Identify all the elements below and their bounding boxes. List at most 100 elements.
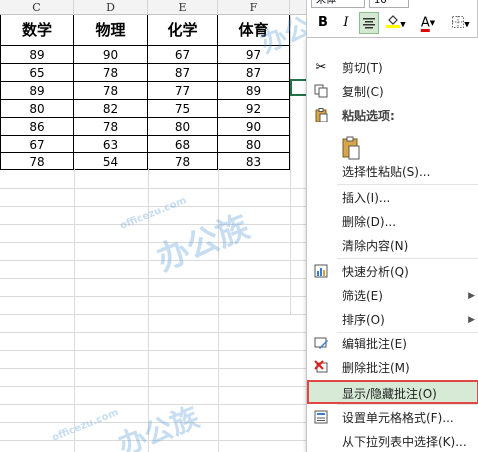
menu-item-label: 选择性粘贴(S)... xyxy=(342,165,431,179)
table-cell[interactable]: 67 xyxy=(0,136,74,153)
chevron-down-icon: ▼ xyxy=(400,20,406,29)
paste-icon xyxy=(342,136,360,160)
menu-separator xyxy=(337,184,478,185)
menu-item-sort[interactable]: 排序(O) ▶ xyxy=(307,308,478,332)
menu-item-cut[interactable]: ✂ 剪切(T) xyxy=(307,56,478,80)
chevron-down-icon: ▼ xyxy=(464,20,470,29)
table-cell[interactable]: 87 xyxy=(148,64,218,82)
header-cell-pe[interactable]: 体育 xyxy=(218,15,290,46)
table-cell[interactable]: 67 xyxy=(148,46,218,64)
header-cell-physics[interactable]: 物理 xyxy=(74,15,148,46)
table-cell[interactable]: 86 xyxy=(0,118,74,136)
format-cells-icon xyxy=(313,410,329,426)
table-cell[interactable]: 78 xyxy=(74,64,148,82)
table-cell[interactable]: 78 xyxy=(148,153,218,170)
clipboard-icon xyxy=(313,108,329,124)
align-center-button[interactable] xyxy=(359,12,379,34)
menu-item-label: 筛选(E) xyxy=(342,289,383,303)
paste-option-button[interactable] xyxy=(341,136,361,160)
menu-item-label: 剪切(T) xyxy=(342,61,383,75)
table-cell[interactable]: 78 xyxy=(74,82,148,100)
font-size-box[interactable]: 10 xyxy=(369,0,409,8)
context-menu: ✂ 剪切(T) 复制(C) 粘贴选项: 选择性粘贴(S)... 插入(I)...… xyxy=(306,38,478,452)
table-cell[interactable]: 68 xyxy=(148,136,218,153)
fill-color-button[interactable]: ▼ xyxy=(383,12,409,34)
table-cell[interactable]: 82 xyxy=(74,100,148,118)
table-cell[interactable]: 75 xyxy=(148,100,218,118)
menu-item-label: 复制(C) xyxy=(342,85,384,99)
table-cell[interactable]: 90 xyxy=(218,118,290,136)
menu-separator xyxy=(337,258,478,259)
column-header-e[interactable]: E xyxy=(148,0,218,15)
menu-item-clear-contents[interactable]: 清除内容(N) xyxy=(307,234,478,258)
table-cell[interactable]: 78 xyxy=(0,153,74,170)
table-cell[interactable]: 92 xyxy=(218,100,290,118)
delete-comment-icon xyxy=(313,360,329,376)
menu-item-label: 排序(O) xyxy=(342,313,385,327)
edit-comment-icon xyxy=(313,336,329,352)
gridline xyxy=(148,168,149,452)
align-center-icon xyxy=(363,18,375,29)
table-cell[interactable]: 54 xyxy=(74,153,148,170)
watermark-url: officezu.com xyxy=(50,407,121,444)
borders-icon xyxy=(452,16,465,28)
menu-item-label: 清除内容(N) xyxy=(342,239,409,253)
menu-item-format-cells[interactable]: 设置单元格格式(F)... xyxy=(307,406,478,430)
menu-item-insert[interactable]: 插入(I)... xyxy=(307,186,478,210)
table-cell[interactable]: 80 xyxy=(148,118,218,136)
gridline xyxy=(290,15,291,315)
menu-item-label: 删除(D)... xyxy=(342,215,397,229)
gridline xyxy=(218,168,219,452)
header-cell-chemistry[interactable]: 化学 xyxy=(148,15,218,46)
menu-item-label: 粘贴选项: xyxy=(342,109,395,123)
menu-item-label: 删除批注(M) xyxy=(342,361,410,375)
bold-button[interactable]: B xyxy=(313,12,333,34)
menu-item-pick-from-list[interactable]: 从下拉列表中选择(K)... xyxy=(307,430,478,452)
table-cell[interactable]: 63 xyxy=(74,136,148,153)
font-name-box[interactable]: 宋体 xyxy=(311,0,365,8)
paint-bucket-icon xyxy=(386,15,401,28)
table-cell[interactable]: 80 xyxy=(0,100,74,118)
table-cell[interactable]: 77 xyxy=(148,82,218,100)
chevron-down-icon: ▼ xyxy=(429,19,436,27)
copy-icon xyxy=(313,84,329,100)
table-cell[interactable]: 89 xyxy=(0,82,74,100)
menu-item-copy[interactable]: 复制(C) xyxy=(307,80,478,104)
borders-button[interactable]: ▼ xyxy=(447,12,475,34)
quick-analysis-icon xyxy=(313,264,329,280)
menu-item-delete[interactable]: 删除(D)... xyxy=(307,210,478,234)
table-cell[interactable]: 80 xyxy=(218,136,290,153)
table-cell[interactable]: 89 xyxy=(0,46,74,64)
font-size-value: 10 xyxy=(374,0,387,6)
menu-item-paste-options: 粘贴选项: xyxy=(307,104,478,128)
column-header-c[interactable]: C xyxy=(0,0,74,15)
table-cell[interactable]: 89 xyxy=(218,82,290,100)
scissors-icon: ✂ xyxy=(315,60,327,75)
table-cell[interactable]: 90 xyxy=(74,46,148,64)
font-name-value: 宋体 xyxy=(316,0,336,6)
menu-item-label: 显示/隐藏批注(O) xyxy=(342,387,437,401)
menu-item-delete-comment[interactable]: 删除批注(M) xyxy=(307,356,478,380)
table-cell[interactable]: 78 xyxy=(74,118,148,136)
menu-item-edit-comment[interactable]: 编辑批注(E) xyxy=(307,332,478,356)
header-cell-math[interactable]: 数学 xyxy=(0,15,74,46)
table-cell[interactable]: 87 xyxy=(218,64,290,82)
watermark-logo: 办公族 xyxy=(151,207,255,279)
menu-item-label: 快速分析(Q) xyxy=(342,265,409,279)
menu-separator xyxy=(337,404,478,405)
italic-button[interactable]: I xyxy=(337,12,355,34)
table-cell[interactable]: 83 xyxy=(218,153,290,170)
column-header-d[interactable]: D xyxy=(74,0,148,15)
submenu-arrow-icon: ▶ xyxy=(468,315,475,325)
menu-item-quick-analysis[interactable]: 快速分析(Q) xyxy=(307,260,478,284)
table-cell[interactable]: 97 xyxy=(218,46,290,64)
submenu-arrow-icon: ▶ xyxy=(468,291,475,301)
menu-item-label: 编辑批注(E) xyxy=(342,337,407,351)
menu-item-show-hide-comments[interactable]: 显示/隐藏批注(O) xyxy=(307,380,478,404)
column-header-f[interactable]: F xyxy=(218,0,290,15)
menu-item-filter[interactable]: 筛选(E) ▶ xyxy=(307,284,478,308)
table-cell[interactable]: 65 xyxy=(0,64,74,82)
font-color-button[interactable]: A▼ xyxy=(415,12,441,34)
menu-item-label: 插入(I)... xyxy=(342,191,391,205)
menu-item-paste-special[interactable]: 选择性粘贴(S)... xyxy=(307,160,478,184)
